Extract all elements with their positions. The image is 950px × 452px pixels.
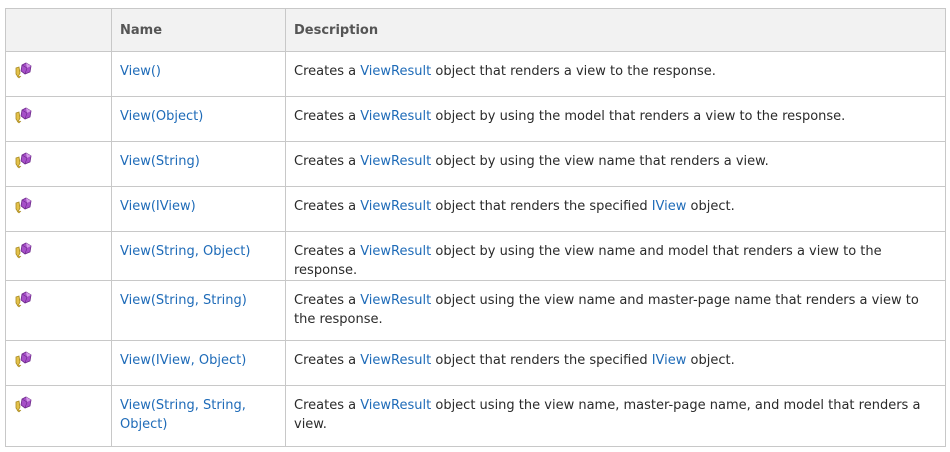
icon-cell <box>5 280 112 341</box>
viewresult-type-link[interactable]: ViewResult <box>360 64 431 79</box>
name-cell: View(String) <box>111 141 286 187</box>
description-cell: Creates a ViewResult object by using the… <box>285 231 946 281</box>
description-cell: Creates a ViewResult object that renders… <box>285 186 946 232</box>
name-cell: View(String, Object) <box>111 231 286 281</box>
name-cell: View() <box>111 51 286 97</box>
name-column-header: Name <box>111 8 286 52</box>
viewresult-type-link[interactable]: ViewResult <box>360 199 431 214</box>
description-text: object that renders a view to the respon… <box>431 64 716 79</box>
description-text: object by using the view name that rende… <box>431 154 769 169</box>
iview-type-link[interactable]: IView <box>652 353 687 368</box>
public-method-icon <box>14 62 34 80</box>
description-text: object. <box>686 199 735 214</box>
name-cell: View(IView, Object) <box>111 340 286 386</box>
viewresult-type-link[interactable]: ViewResult <box>360 398 431 413</box>
table-row: View(String, String, Object) Creates a Vi… <box>5 385 946 447</box>
table-row: View(String, Object) Creates a ViewResult… <box>5 231 946 281</box>
icon-cell <box>5 51 112 97</box>
methods-table: Name Description View() Creates a ViewRes… <box>5 8 946 447</box>
icon-cell <box>5 385 112 447</box>
method-link[interactable]: View(IView) <box>120 199 196 214</box>
description-cell: Creates a ViewResult object using the vi… <box>285 280 946 341</box>
description-text: object by using the model that renders a… <box>431 109 846 124</box>
table-row: View(IView) Creates a ViewResult object t… <box>5 186 946 232</box>
table-row: View(String, String) Creates a ViewResult… <box>5 280 946 341</box>
icon-cell <box>5 96 112 142</box>
viewresult-type-link[interactable]: ViewResult <box>360 109 431 124</box>
public-method-icon <box>14 152 34 170</box>
viewresult-type-link[interactable]: ViewResult <box>360 353 431 368</box>
public-method-icon <box>14 107 34 125</box>
public-method-icon <box>14 242 34 260</box>
name-cell: View(IView) <box>111 186 286 232</box>
table-row: View(String) Creates a ViewResult object … <box>5 141 946 187</box>
method-link[interactable]: View(Object) <box>120 109 203 124</box>
icon-cell <box>5 340 112 386</box>
table-body: View() Creates a ViewResult object that r… <box>5 51 946 447</box>
method-link[interactable]: View() <box>120 64 161 79</box>
description-cell: Creates a ViewResult object by using the… <box>285 96 946 142</box>
icon-cell <box>5 231 112 281</box>
public-method-icon <box>14 396 34 414</box>
description-text: Creates a <box>294 154 361 169</box>
description-text: Creates a <box>294 64 361 79</box>
description-text: Creates a <box>294 398 361 413</box>
description-cell: Creates a ViewResult object by using the… <box>285 141 946 187</box>
public-method-icon <box>14 291 34 309</box>
description-cell: Creates a ViewResult object using the vi… <box>285 385 946 447</box>
viewresult-type-link[interactable]: ViewResult <box>360 244 431 259</box>
method-link[interactable]: View(String, Object) <box>120 244 250 259</box>
description-text: object. <box>686 353 735 368</box>
icon-cell <box>5 186 112 232</box>
public-method-icon <box>14 197 34 215</box>
description-text: object that renders the specified <box>431 199 652 214</box>
method-link[interactable]: View(IView, Object) <box>120 353 246 368</box>
description-text: object that renders the specified <box>431 353 652 368</box>
description-text: Creates a <box>294 244 361 259</box>
members-table-container: Name Description View() Creates a ViewRes… <box>5 8 946 447</box>
table-row: View(IView, Object) Creates a ViewResult … <box>5 340 946 386</box>
table-row: View() Creates a ViewResult object that r… <box>5 51 946 97</box>
description-text: Creates a <box>294 293 361 308</box>
name-cell: View(Object) <box>111 96 286 142</box>
method-link[interactable]: View(String, String) <box>120 293 247 308</box>
table-header-row: Name Description <box>5 8 946 52</box>
description-cell: Creates a ViewResult object that renders… <box>285 340 946 386</box>
icon-column-header <box>5 8 112 52</box>
description-cell: Creates a ViewResult object that renders… <box>285 51 946 97</box>
iview-type-link[interactable]: IView <box>652 199 687 214</box>
name-cell: View(String, String) <box>111 280 286 341</box>
table-row: View(Object) Creates a ViewResult object … <box>5 96 946 142</box>
description-text: Creates a <box>294 199 361 214</box>
description-column-header: Description <box>285 8 946 52</box>
icon-cell <box>5 141 112 187</box>
method-link[interactable]: View(String, String, Object) <box>120 398 246 432</box>
description-text: Creates a <box>294 109 361 124</box>
name-cell: View(String, String, Object) <box>111 385 286 447</box>
description-text: Creates a <box>294 353 361 368</box>
viewresult-type-link[interactable]: ViewResult <box>360 293 431 308</box>
viewresult-type-link[interactable]: ViewResult <box>360 154 431 169</box>
method-link[interactable]: View(String) <box>120 154 200 169</box>
public-method-icon <box>14 351 34 369</box>
